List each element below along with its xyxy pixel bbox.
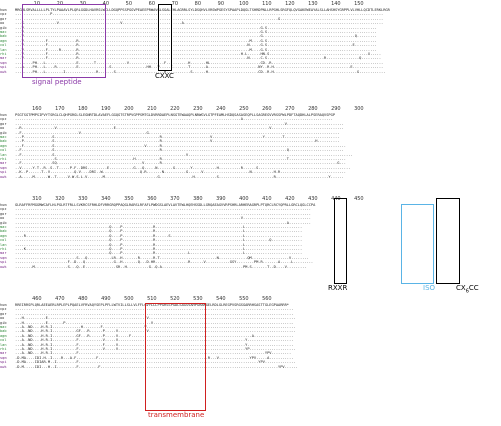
species-label: owk <box>0 364 7 369</box>
cx6cc-label-prefix: CX <box>456 284 466 292</box>
species-label: owk <box>0 69 7 74</box>
rxxr-box <box>334 198 347 284</box>
cxxc-label: CXXC <box>155 72 174 80</box>
signal-peptide-label: signal peptide <box>32 78 82 86</box>
cx6cc-box <box>436 198 460 284</box>
sequence-text: ..A.....M......W..T.....V.W.S.L.V.......… <box>15 174 344 179</box>
cx6cc-label-suffix: CC <box>468 284 479 292</box>
cxxc-box <box>158 4 172 71</box>
alignment-block-4: 460 470 480 490 500 510 520 530 540 550 560 hum RRE… <box>0 296 501 369</box>
alignment-block-2: 160 170 180 190 200 210 220 230 240 250 260 270 280 2… <box>0 106 501 179</box>
iso-label: ISO <box>423 284 436 292</box>
cx6cc-label: CX6CC <box>456 284 479 294</box>
transmembrane-label: transmembrane <box>148 411 205 419</box>
transmembrane-box <box>145 303 206 411</box>
sequence-text: ........M...............S...Q..E........… <box>15 264 307 269</box>
iso-box <box>401 204 434 284</box>
alignment-row: owk .D.M.....IDI...H..I.........F........… <box>0 364 501 370</box>
species-label: owk <box>0 264 7 269</box>
signal-peptide-box <box>22 4 106 78</box>
alignment-row: owk ..A.....M......W..T.....V.W.S.L.V....… <box>0 174 501 180</box>
rxxr-label: RXXR <box>328 284 348 292</box>
species-label: owk <box>0 174 7 179</box>
sequence-alignment-figure: 10 20 30 40 50 60 70 80 90 100 110 120 130 140 150 hum… <box>0 0 501 426</box>
